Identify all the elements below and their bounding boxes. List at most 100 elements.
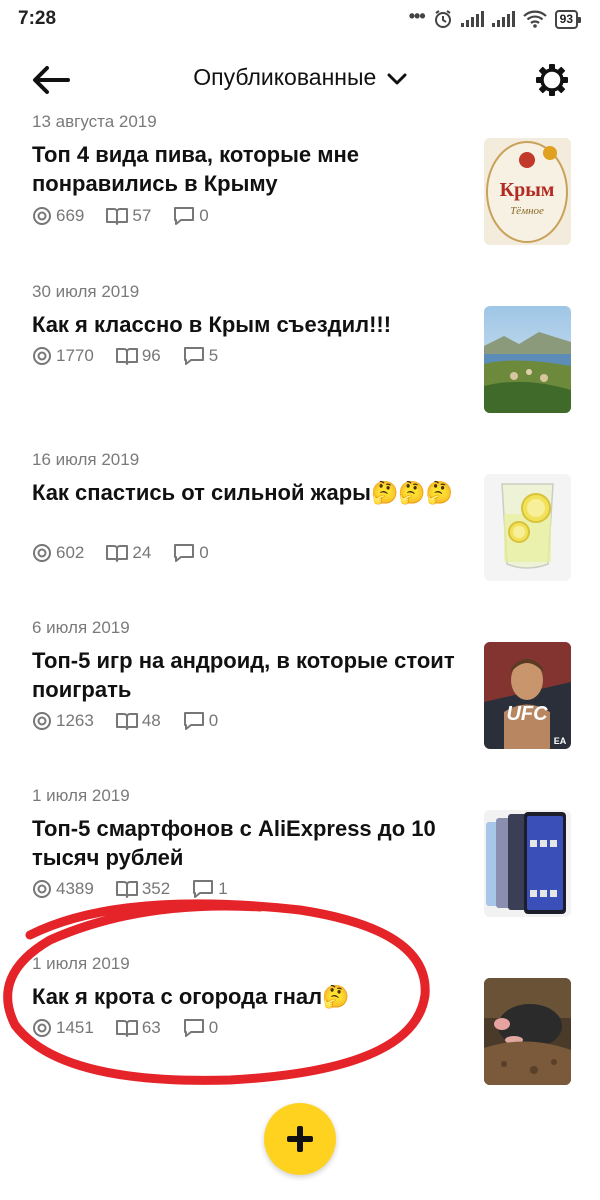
reads-stat: 63 bbox=[115, 1018, 161, 1038]
gear-icon bbox=[536, 64, 568, 96]
views-stat: 1451 bbox=[32, 1018, 94, 1038]
views-icon bbox=[33, 207, 51, 225]
article-date: 6 июля 2019 bbox=[32, 618, 130, 637]
comments-count: 0 bbox=[199, 543, 209, 562]
alarm-icon bbox=[434, 10, 451, 28]
comments-stat: 0 bbox=[173, 206, 209, 226]
reads-stat: 48 bbox=[115, 711, 161, 731]
article-thumbnail[interactable] bbox=[484, 810, 571, 917]
views-count: 1770 bbox=[56, 346, 94, 365]
comments-count: 0 bbox=[208, 1018, 219, 1037]
article-title[interactable]: Как спастись от сильной жары🤔🤔🤔 bbox=[32, 478, 457, 507]
book-icon bbox=[115, 348, 138, 365]
comments-count: 1 bbox=[218, 879, 228, 898]
list-item[interactable]: 1 июля 2019 Как я крота с огорода гнал🤔 … bbox=[0, 954, 600, 1122]
views-count: 4389 bbox=[56, 879, 94, 898]
list-item[interactable]: 30 июля 2019 Как я классно в Крым съезди… bbox=[0, 282, 600, 450]
views-icon bbox=[33, 544, 51, 562]
article-title[interactable]: Топ 4 вида пива, которые мне понравились… bbox=[32, 140, 457, 198]
list-item[interactable]: 6 июля 2019 Топ-5 игр на андроид, в кото… bbox=[0, 618, 600, 786]
views-stat: 669 bbox=[32, 206, 84, 226]
views-stat: 602 bbox=[32, 543, 84, 563]
comment-icon bbox=[183, 347, 204, 365]
page-title: Опубликованные bbox=[193, 64, 377, 90]
reads-count: 63 bbox=[141, 1018, 161, 1037]
article-stats: 1263 48 0 bbox=[32, 711, 218, 731]
reads-count: 57 bbox=[132, 206, 152, 225]
reads-count: 24 bbox=[132, 543, 152, 562]
list-item[interactable]: 16 июля 2019 Как спастись от сильной жар… bbox=[0, 450, 600, 618]
battery-icon: 93 bbox=[554, 9, 582, 29]
comments-stat: 1 bbox=[192, 879, 228, 899]
settings-button[interactable] bbox=[534, 62, 570, 98]
comment-icon bbox=[183, 1019, 204, 1037]
views-stat: 4389 bbox=[32, 879, 94, 899]
add-article-button[interactable] bbox=[264, 1103, 336, 1175]
list-item[interactable]: 1 июля 2019 Топ-5 смартфонов с AliExpres… bbox=[0, 786, 600, 954]
views-icon bbox=[33, 1019, 51, 1037]
comments-count: 5 bbox=[208, 346, 219, 365]
article-title[interactable]: Как я крота с огорода гнал🤔 bbox=[32, 982, 457, 1011]
article-date: 16 июля 2019 bbox=[32, 450, 140, 469]
crimea-landscape-image bbox=[484, 306, 571, 413]
comments-stat: 0 bbox=[173, 543, 209, 563]
book-icon bbox=[106, 545, 129, 562]
comments-stat: 5 bbox=[183, 346, 218, 366]
comments-stat: 0 bbox=[183, 711, 218, 731]
article-thumbnail[interactable]: UFC EA bbox=[484, 642, 571, 749]
views-stat: 1770 bbox=[32, 346, 94, 366]
reads-stat: 57 bbox=[106, 206, 151, 226]
article-thumbnail[interactable] bbox=[484, 474, 571, 581]
svg-text:EA: EA bbox=[554, 736, 567, 746]
smartphones-image bbox=[484, 810, 571, 917]
article-thumbnail[interactable] bbox=[484, 978, 571, 1085]
article-title[interactable]: Топ-5 игр на андроид, в которые стоит по… bbox=[32, 646, 457, 704]
status-icons: ••• 93 bbox=[408, 5, 582, 30]
status-bar: 7:28 ••• 93 bbox=[0, 0, 600, 38]
signal-icon bbox=[460, 11, 484, 27]
book-icon bbox=[106, 208, 129, 225]
reads-stat: 352 bbox=[115, 879, 171, 899]
views-icon bbox=[33, 712, 51, 730]
top-bar: Опубликованные bbox=[0, 50, 600, 110]
article-thumbnail[interactable] bbox=[484, 306, 571, 413]
article-date: 1 июля 2019 bbox=[32, 954, 130, 973]
article-date: 1 июля 2019 bbox=[32, 786, 130, 805]
article-date: 13 августа 2019 bbox=[32, 112, 157, 131]
article-stats: 4389 352 1 bbox=[32, 879, 228, 899]
article-date: 30 июля 2019 bbox=[32, 282, 140, 301]
article-thumbnail[interactable]: Крым Тёмное bbox=[484, 138, 571, 245]
notification-dots: ••• bbox=[408, 5, 426, 26]
views-stat: 1263 bbox=[32, 711, 94, 731]
article-title[interactable]: Топ-5 смартфонов с AliExpress до 10 тыся… bbox=[32, 814, 457, 872]
article-list[interactable]: 13 августа 2019 Топ 4 вида пива, которые… bbox=[0, 110, 600, 1200]
comments-count: 0 bbox=[199, 206, 209, 225]
views-count: 602 bbox=[56, 543, 85, 562]
comment-icon bbox=[174, 207, 195, 225]
article-stats: 1451 63 0 bbox=[32, 1018, 218, 1038]
status-time: 7:28 bbox=[18, 8, 57, 29]
comments-count: 0 bbox=[208, 711, 219, 730]
views-count: 1451 bbox=[56, 1018, 94, 1037]
publication-filter-dropdown[interactable]: Опубликованные bbox=[0, 64, 600, 91]
book-icon bbox=[115, 1020, 138, 1037]
comment-icon bbox=[174, 544, 195, 562]
views-icon bbox=[33, 347, 51, 365]
svg-text:Крым: Крым bbox=[500, 179, 555, 201]
list-item[interactable]: 13 августа 2019 Топ 4 вида пива, которые… bbox=[0, 110, 600, 278]
reads-count: 96 bbox=[141, 346, 161, 365]
reads-count: 48 bbox=[141, 711, 161, 730]
reads-count: 352 bbox=[141, 879, 171, 898]
ufc-game-image: UFC EA bbox=[484, 642, 571, 749]
signal-icon-2 bbox=[491, 11, 515, 27]
views-icon bbox=[33, 880, 51, 898]
article-title[interactable]: Как я классно в Крым съездил!!! bbox=[32, 310, 457, 339]
mole-image bbox=[484, 978, 571, 1085]
comment-icon bbox=[183, 712, 204, 730]
svg-text:UFC: UFC bbox=[506, 703, 548, 725]
svg-text:Тёмное: Тёмное bbox=[510, 205, 544, 217]
reads-stat: 96 bbox=[115, 346, 161, 366]
wifi-icon bbox=[522, 10, 547, 28]
views-count: 669 bbox=[56, 206, 85, 225]
reads-stat: 24 bbox=[106, 543, 151, 563]
